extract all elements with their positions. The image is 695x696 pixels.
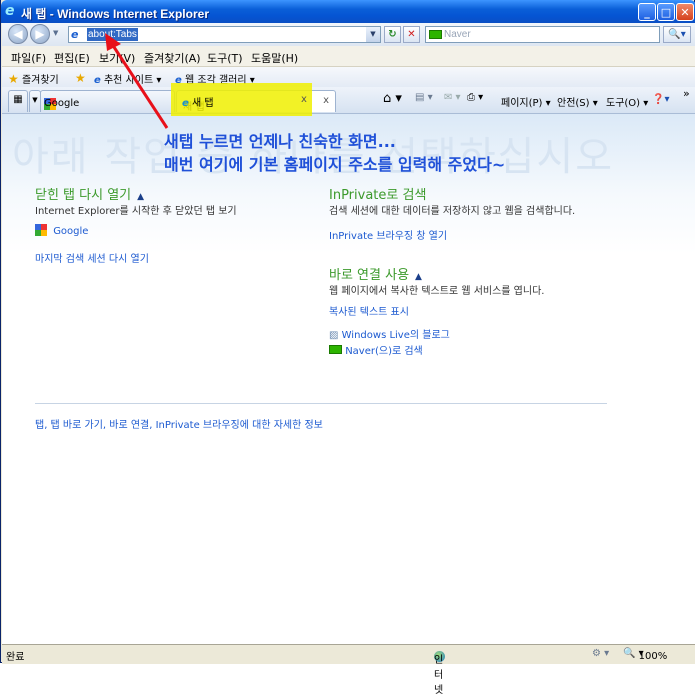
zone-label: 인터넷 bbox=[434, 655, 444, 696]
status-bar: 완료 인터넷 ⚙ ▾ 🔍 100% ▾ bbox=[2, 644, 695, 696]
protected-mode-icon[interactable]: ⚙ ▾ bbox=[592, 648, 609, 659]
ie-window: e 새 탭 - Windows Internet Explorer _ □ ✕ … bbox=[0, 0, 695, 696]
status-text: 완료 bbox=[6, 652, 25, 663]
annotation-arrow bbox=[105, 33, 169, 129]
zoom-button[interactable]: 🔍 100% ▾ bbox=[623, 648, 667, 662]
zoom-level: 100% bbox=[638, 651, 668, 662]
